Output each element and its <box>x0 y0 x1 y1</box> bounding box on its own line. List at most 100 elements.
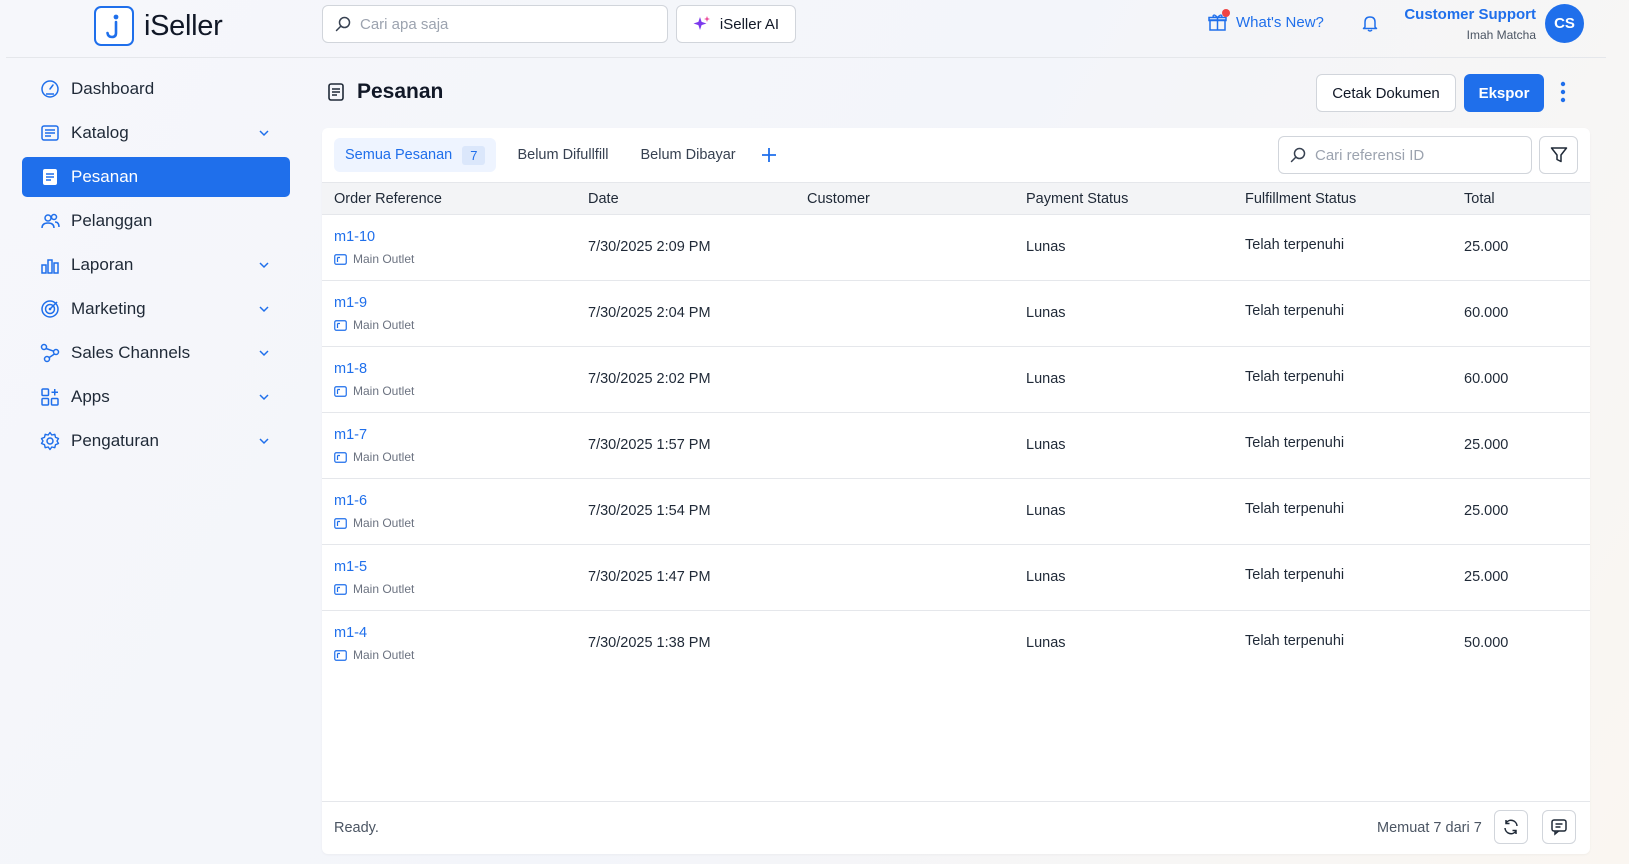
outlet-tag: Main Outlet <box>334 384 414 398</box>
whats-new-link[interactable]: What's New? <box>1208 9 1324 32</box>
chevron-down-icon[interactable] <box>258 127 270 139</box>
column-header[interactable]: Date <box>588 191 619 207</box>
column-header[interactable]: Payment Status <box>1026 191 1128 207</box>
fulfillment-status: Telah terpenuhi <box>1245 633 1345 649</box>
table-row[interactable]: m1-4 Main Outlet 7/30/2025 1:38 PM Lunas… <box>322 611 1590 677</box>
loaded-count: Memuat 7 dari 7 <box>1377 820 1482 836</box>
column-header[interactable]: Order Reference <box>334 191 442 207</box>
notification-dot <box>1222 9 1230 17</box>
order-total: 60.000 <box>1464 371 1509 387</box>
iseller-ai-button[interactable]: iSeller AI <box>676 5 796 43</box>
page-header: Pesanan <box>326 80 443 104</box>
fulfillment-status: Telah terpenuhi <box>1245 237 1345 253</box>
order-reference-link[interactable]: m1-7 <box>334 427 367 443</box>
chevron-down-icon[interactable] <box>258 259 270 271</box>
outlet-name: Main Outlet <box>353 318 415 332</box>
refresh-button[interactable] <box>1494 810 1528 844</box>
table-row[interactable]: m1-7 Main Outlet 7/30/2025 1:57 PM Lunas… <box>322 413 1590 479</box>
column-header[interactable]: Fulfillment Status <box>1245 191 1356 207</box>
order-reference-link[interactable]: m1-8 <box>334 361 367 377</box>
sidebar-item-apps[interactable]: Apps <box>22 377 290 417</box>
global-search-input[interactable] <box>360 15 650 33</box>
sidebar-item-pengaturan[interactable]: Pengaturan <box>22 421 290 461</box>
chevron-down-icon[interactable] <box>258 347 270 359</box>
comment-button[interactable] <box>1542 810 1576 844</box>
order-reference-link[interactable]: m1-5 <box>334 559 367 575</box>
order-reference-link[interactable]: m1-10 <box>334 229 375 245</box>
outlet-icon <box>334 583 347 595</box>
marketing-icon <box>40 299 60 319</box>
payment-status: Lunas <box>1026 239 1066 255</box>
order-reference-link[interactable]: m1-4 <box>334 625 367 641</box>
iseller-ai-label: iSeller AI <box>719 15 780 33</box>
reference-search[interactable] <box>1278 136 1532 174</box>
sidebar-item-dashboard[interactable]: Dashboard <box>22 69 290 109</box>
order-date: 7/30/2025 1:54 PM <box>588 503 711 519</box>
brand-logo[interactable]: iSeller <box>94 6 223 46</box>
payment-status: Lunas <box>1026 437 1066 453</box>
reference-search-input[interactable] <box>1315 146 1520 164</box>
order-reference-link[interactable]: m1-9 <box>334 295 367 311</box>
table-row[interactable]: m1-8 Main Outlet 7/30/2025 2:02 PM Lunas… <box>322 347 1590 413</box>
apps-icon <box>40 387 60 407</box>
tab-unfulfilled[interactable]: Belum Difullfill <box>506 138 619 172</box>
fulfillment-status: Telah terpenuhi <box>1245 369 1345 385</box>
orders-card: Semua Pesanan 7 Belum Difullfill Belum D… <box>322 128 1590 854</box>
search-icon <box>335 16 351 32</box>
outlet-tag: Main Outlet <box>334 582 414 596</box>
iseller-logo-icon <box>94 6 134 46</box>
user-menu[interactable]: Customer Support Imah Matcha <box>1386 6 1536 42</box>
sidebar-item-sales-channels[interactable]: Sales Channels <box>22 333 290 373</box>
outlet-icon <box>334 319 347 331</box>
outlet-icon <box>334 517 347 529</box>
sidebar-item-katalog[interactable]: Katalog <box>22 113 290 153</box>
order-date: 7/30/2025 1:47 PM <box>588 569 711 585</box>
orders-icon <box>40 167 60 187</box>
tab-unpaid[interactable]: Belum Dibayar <box>630 138 747 172</box>
more-options-icon[interactable] <box>1560 81 1566 103</box>
table-header: Order Reference Date Customer Payment St… <box>322 182 1590 215</box>
fulfillment-status: Telah terpenuhi <box>1245 435 1345 451</box>
orders-table-body: m1-10 Main Outlet 7/30/2025 2:09 PM Luna… <box>322 215 1590 677</box>
print-document-button[interactable]: Cetak Dokumen <box>1316 74 1456 112</box>
global-search[interactable] <box>322 5 668 43</box>
chevron-down-icon[interactable] <box>258 435 270 447</box>
column-header[interactable]: Total <box>1464 191 1495 207</box>
status-text: Ready. <box>334 820 379 836</box>
tab-all-orders[interactable]: Semua Pesanan 7 <box>334 138 497 172</box>
settings-icon <box>40 431 60 451</box>
sidebar-item-laporan[interactable]: Laporan <box>22 245 290 285</box>
sparkle-icon <box>693 15 711 33</box>
filter-button[interactable] <box>1539 136 1578 174</box>
chevron-down-icon[interactable] <box>258 391 270 403</box>
sidebar: Dashboard Katalog Pesanan Pelanggan Lapo… <box>22 69 290 465</box>
order-total: 50.000 <box>1464 635 1509 651</box>
outlet-tag: Main Outlet <box>334 450 414 464</box>
filter-icon <box>1550 146 1568 164</box>
sales-channels-icon <box>40 343 60 363</box>
fulfillment-status: Telah terpenuhi <box>1245 303 1345 319</box>
sidebar-item-label: Pelanggan <box>71 211 153 230</box>
avatar[interactable]: CS <box>1545 4 1584 43</box>
customers-icon <box>40 211 60 231</box>
sidebar-item-pesanan[interactable]: Pesanan <box>22 157 290 197</box>
tab-label: Belum Dibayar <box>640 147 736 163</box>
notification-bell-icon[interactable] <box>1361 14 1379 32</box>
chevron-down-icon[interactable] <box>258 303 270 315</box>
table-row[interactable]: m1-5 Main Outlet 7/30/2025 1:47 PM Lunas… <box>322 545 1590 611</box>
table-row[interactable]: m1-9 Main Outlet 7/30/2025 2:04 PM Lunas… <box>322 281 1590 347</box>
order-reference-link[interactable]: m1-6 <box>334 493 367 509</box>
payment-status: Lunas <box>1026 371 1066 387</box>
export-button[interactable]: Ekspor <box>1464 74 1544 112</box>
sidebar-item-label: Dashboard <box>71 79 155 98</box>
order-date: 7/30/2025 2:04 PM <box>588 305 711 321</box>
outlet-name: Main Outlet <box>353 384 415 398</box>
table-row[interactable]: m1-10 Main Outlet 7/30/2025 2:09 PM Luna… <box>322 215 1590 281</box>
order-tabs: Semua Pesanan 7 Belum Difullfill Belum D… <box>334 138 777 172</box>
add-tab-icon[interactable] <box>761 147 777 163</box>
sidebar-item-pelanggan[interactable]: Pelanggan <box>22 201 290 241</box>
table-row[interactable]: m1-6 Main Outlet 7/30/2025 1:54 PM Lunas… <box>322 479 1590 545</box>
sidebar-item-marketing[interactable]: Marketing <box>22 289 290 329</box>
column-header[interactable]: Customer <box>807 191 870 207</box>
fulfillment-status: Telah terpenuhi <box>1245 567 1345 583</box>
